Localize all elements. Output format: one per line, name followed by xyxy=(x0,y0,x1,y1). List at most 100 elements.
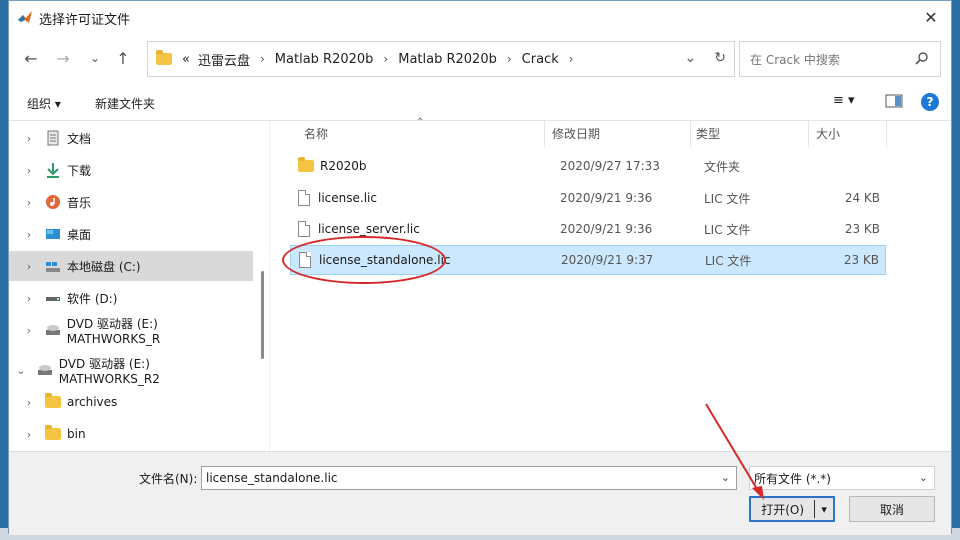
filename-input[interactable]: license_standalone.lic ⌄ xyxy=(201,466,737,490)
file-date: 2020/9/21 9:37 xyxy=(561,253,654,267)
chevron-down-icon[interactable]: ⌄ xyxy=(919,471,928,484)
chevron-right-icon[interactable]: › xyxy=(17,164,41,177)
column-header-size[interactable]: 大小 xyxy=(816,125,840,142)
drive-icon xyxy=(46,262,60,272)
sidebar-item-desktop[interactable]: › 桌面 xyxy=(9,219,253,249)
sidebar-item-archives[interactable]: › archives xyxy=(9,387,253,417)
forward-arrow-icon: → xyxy=(56,48,70,68)
chevron-right-icon[interactable]: › xyxy=(17,196,41,209)
file-row[interactable]: license_server.lic 2020/9/21 9:36 LIC 文件… xyxy=(290,214,886,244)
address-bar[interactable]: « 迅雷云盘 › Matlab R2020b › Matlab R2020b ›… xyxy=(147,41,735,77)
chevron-right-icon[interactable]: › xyxy=(17,428,41,441)
file-row[interactable]: license.lic 2020/9/21 9:36 LIC 文件 24 KB xyxy=(290,183,886,213)
preview-pane-button[interactable] xyxy=(885,93,903,112)
view-options-menu[interactable]: ≡ ▾ xyxy=(833,93,855,108)
chevron-right-icon[interactable]: › xyxy=(17,324,41,337)
sidebar-item-label: 下载 xyxy=(67,163,92,178)
column-divider[interactable] xyxy=(808,121,809,147)
close-icon: ✕ xyxy=(924,7,938,27)
breadcrumb-item[interactable]: 迅雷云盘 xyxy=(198,50,250,69)
open-button-label: 打开(O) xyxy=(761,502,805,517)
recent-locations-button[interactable]: ⌄ xyxy=(83,45,107,71)
download-icon xyxy=(47,163,59,178)
dvd-icon xyxy=(37,365,52,375)
breadcrumb-overflow[interactable]: « xyxy=(182,52,190,67)
sidebar-item-label: archives xyxy=(67,395,118,409)
file-name-cell: license.lic xyxy=(298,190,377,206)
navigation-pane-scrollbar[interactable] xyxy=(261,271,264,359)
chevron-down-icon[interactable]: ⌄ xyxy=(721,471,730,484)
chevron-right-icon[interactable]: › xyxy=(17,260,41,273)
column-divider[interactable] xyxy=(544,121,545,147)
forward-button[interactable]: → xyxy=(51,45,75,71)
chevron-down-icon: ⌄ xyxy=(89,51,101,65)
command-toolbar: 组织 ▾ 新建文件夹 ≡ ▾ ? xyxy=(9,85,951,121)
file-row-folder[interactable]: R2020b 2020/9/27 17:33 文件夹 xyxy=(290,151,886,181)
address-dropdown-icon[interactable]: ⌄ xyxy=(685,50,697,66)
desktop-icon xyxy=(46,229,60,239)
close-button[interactable]: ✕ xyxy=(917,5,945,29)
file-type-select[interactable]: 所有文件 (*.*) ⌄ xyxy=(749,466,935,490)
sidebar-item-downloads[interactable]: › 下载 xyxy=(9,155,253,185)
sidebar-item-local-disk-c[interactable]: › 本地磁盘 (C:) xyxy=(9,251,253,281)
file-name-cell: R2020b xyxy=(298,157,367,173)
sidebar-item-documents[interactable]: › 文档 xyxy=(9,123,253,153)
column-header-date[interactable]: 修改日期 xyxy=(552,125,600,142)
sidebar-item-label: 桌面 xyxy=(67,227,92,242)
breadcrumb-item[interactable]: Crack xyxy=(522,52,559,67)
up-arrow-icon: ↑ xyxy=(116,48,130,68)
window-title: 选择许可证文件 xyxy=(39,13,131,28)
help-button[interactable]: ? xyxy=(921,93,939,111)
sidebar-item-dvd-e[interactable]: › DVD 驱动器 (E:) MATHWORKS_R xyxy=(9,315,253,346)
file-size: 24 KB xyxy=(844,191,880,205)
file-size: 23 KB xyxy=(844,222,880,236)
drive-icon xyxy=(46,297,60,301)
file-list: ⌃ 名称 修改日期 类型 大小 R2020b 2020/9/27 17:33 文… xyxy=(269,117,951,451)
file-icon xyxy=(299,252,311,268)
file-name: R2020b xyxy=(320,159,367,173)
up-button[interactable]: ↑ xyxy=(111,45,135,71)
breadcrumb-separator-icon: › xyxy=(506,52,512,66)
file-date: 2020/9/21 9:36 xyxy=(560,222,653,236)
back-button[interactable]: ← xyxy=(19,45,43,71)
cancel-button[interactable]: 取消 xyxy=(849,496,935,522)
file-size: 23 KB xyxy=(843,253,879,267)
sidebar-item-label: 软件 (D:) xyxy=(67,291,118,306)
search-input[interactable]: 在 Crack 中搜索 xyxy=(739,41,941,77)
file-row-selected[interactable]: license_standalone.lic 2020/9/21 9:37 LI… xyxy=(290,245,886,275)
file-name-cell: license_server.lic xyxy=(298,221,420,237)
sidebar-item-label: DVD 驱动器 (E:) MATHWORKS_R xyxy=(66,316,161,346)
document-icon xyxy=(47,130,59,146)
navigation-pane: › 文档 › 下载 › 音乐 › 桌面 › 本地磁盘 (C:) › 软件 (D:… xyxy=(9,121,261,451)
sort-ascending-icon: ⌃ xyxy=(416,117,425,128)
sidebar-item-music[interactable]: › 音乐 xyxy=(9,187,253,217)
sidebar-item-label: 本地磁盘 (C:) xyxy=(67,259,141,274)
file-open-dialog: 选择许可证文件 ✕ ← → ⌄ ↑ « 迅雷云盘 › Matlab R2020b… xyxy=(8,0,952,535)
folder-icon xyxy=(298,157,314,172)
sidebar-item-label: bin xyxy=(67,427,86,441)
chevron-right-icon[interactable]: › xyxy=(17,292,41,305)
sidebar-item-software-d[interactable]: › 软件 (D:) xyxy=(9,283,253,313)
column-divider[interactable] xyxy=(690,121,691,147)
open-options-dropdown-icon[interactable]: ▾ xyxy=(815,503,833,516)
organize-menu[interactable]: 组织 ▾ xyxy=(27,95,61,112)
new-folder-button[interactable]: 新建文件夹 xyxy=(95,95,155,112)
open-button[interactable]: 打开(O) ▾ xyxy=(749,496,835,522)
column-header-name[interactable]: 名称 xyxy=(304,125,328,142)
refresh-icon[interactable]: ↻ xyxy=(714,50,726,66)
chevron-right-icon[interactable]: › xyxy=(17,228,41,241)
breadcrumb-item[interactable]: Matlab R2020b xyxy=(398,52,497,67)
chevron-down-icon[interactable]: ⌄ xyxy=(9,364,33,377)
sidebar-item-dvd-e-expanded[interactable]: ⌄ DVD 驱动器 (E:) MATHWORKS_R2 xyxy=(9,355,253,386)
column-divider[interactable] xyxy=(886,121,887,147)
chevron-right-icon[interactable]: › xyxy=(17,396,41,409)
breadcrumb-item[interactable]: Matlab R2020b xyxy=(275,52,374,67)
file-name: license_server.lic xyxy=(318,222,420,236)
folder-icon xyxy=(156,50,172,65)
sidebar-item-bin[interactable]: › bin xyxy=(9,419,253,449)
chevron-right-icon[interactable]: › xyxy=(17,132,41,145)
sidebar-item-label: 音乐 xyxy=(67,195,92,210)
title-bar: 选择许可证文件 ✕ xyxy=(9,1,951,33)
column-header-type[interactable]: 类型 xyxy=(696,125,720,142)
file-type: 文件夹 xyxy=(704,159,741,174)
